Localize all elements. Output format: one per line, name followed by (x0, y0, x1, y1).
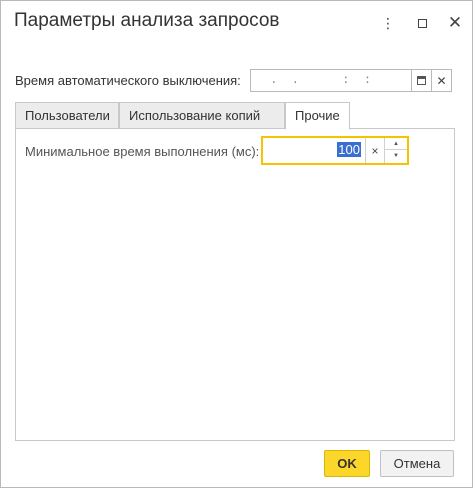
close-icon[interactable]: ✕ (445, 13, 465, 33)
more-vert-icon[interactable]: ⋮ (378, 13, 398, 33)
tab-other[interactable]: Прочие (285, 102, 350, 130)
title-bar: Параметры анализа запросов ⋮ ✕ (1, 1, 472, 45)
maximize-icon[interactable] (412, 13, 432, 33)
ok-button[interactable]: OK (324, 450, 370, 477)
dialog-window: Параметры анализа запросов ⋮ ✕ Время авт… (0, 0, 473, 488)
tab-panel-other: Минимальное время выполнения (мс): 100 ×… (15, 128, 455, 441)
cancel-button[interactable]: Отмена (380, 450, 454, 477)
tab-copy-usage[interactable]: Использование копий (119, 102, 285, 129)
min-time-label: Минимальное время выполнения (мс): (25, 144, 260, 159)
min-time-input[interactable]: 100 (263, 138, 365, 163)
spin-up-icon[interactable]: ▲ (385, 138, 407, 150)
min-time-field[interactable]: 100 × ▲ ▼ (261, 136, 409, 165)
calendar-icon[interactable] (411, 69, 432, 92)
auto-off-label: Время автоматического выключения: (15, 73, 241, 88)
clear-icon[interactable]: × (365, 138, 385, 163)
tab-users[interactable]: Пользователи (15, 102, 119, 129)
spin-control: ▲ ▼ (385, 138, 407, 163)
window-title: Параметры анализа запросов (14, 10, 280, 31)
auto-off-datetime-input[interactable]: . . : : (250, 69, 411, 92)
clear-datetime-icon[interactable]: ✕ (431, 69, 452, 92)
spin-down-icon[interactable]: ▼ (385, 150, 407, 162)
min-time-value: 100 (337, 142, 361, 157)
